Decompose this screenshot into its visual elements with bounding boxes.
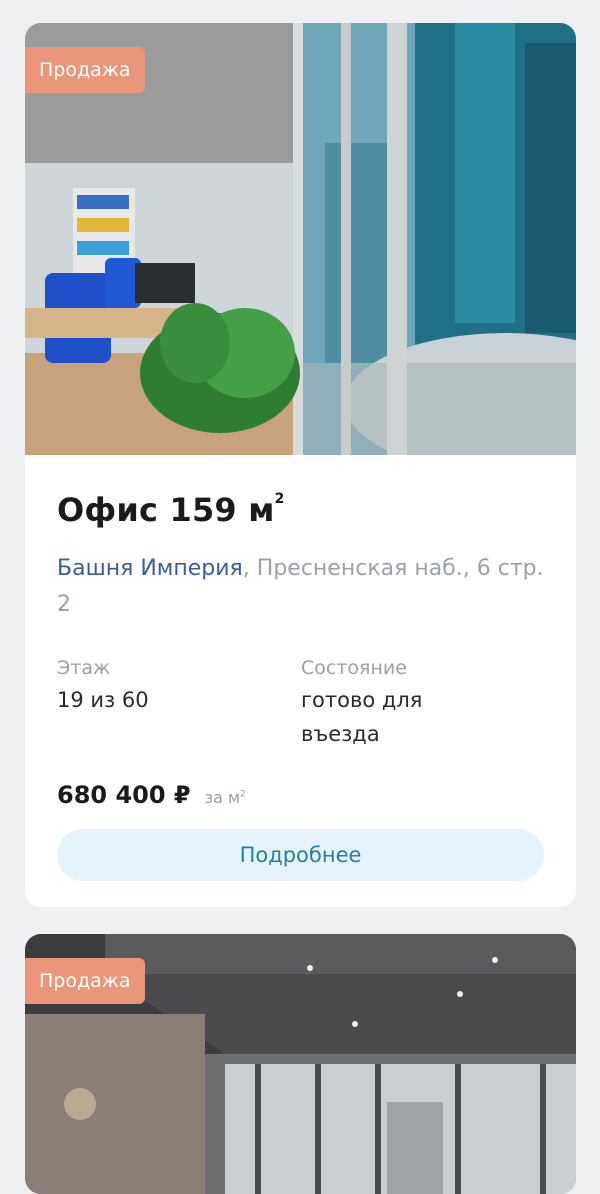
listing-photo[interactable]: Продажа bbox=[25, 23, 576, 455]
listing-card[interactable]: Продажа bbox=[25, 934, 576, 1194]
listing-address: Башня Империя, Пресненская наб., 6 стр. … bbox=[57, 551, 544, 623]
listing-title-text: Офис 159 м bbox=[57, 491, 275, 529]
per-unit-sup: 2 bbox=[240, 789, 246, 800]
per-unit-text: за м bbox=[204, 788, 241, 807]
sale-badge: Продажа bbox=[25, 958, 145, 1004]
floor-label: Этаж bbox=[57, 657, 111, 679]
floor-property: Этаж 19 из 60 bbox=[57, 653, 301, 751]
listing-title[interactable]: Офис 159 м2 bbox=[57, 491, 544, 529]
listing-photo[interactable]: Продажа bbox=[25, 934, 576, 1194]
floor-value: 19 из 60 bbox=[57, 688, 149, 712]
price-per-unit: за м2 bbox=[205, 788, 246, 807]
listing-body: Офис 159 м2 Башня Империя, Пресненская н… bbox=[25, 455, 576, 881]
listing-card[interactable]: Продажа Офис 159 м2 Башня Империя, Пресн… bbox=[25, 23, 576, 907]
details-button[interactable]: Подробнее bbox=[57, 829, 544, 881]
state-value: готово для въезда bbox=[301, 688, 423, 746]
state-label: Состояние bbox=[301, 657, 407, 679]
listing-title-unit-sup: 2 bbox=[274, 491, 285, 507]
state-property: Состояние готово для въезда bbox=[301, 653, 501, 751]
price-row: 680 400 ₽ за м2 bbox=[57, 781, 544, 809]
price-value: 680 400 ₽ bbox=[57, 781, 191, 809]
sale-badge: Продажа bbox=[25, 47, 145, 93]
listing-properties: Этаж 19 из 60 Состояние готово для въезд… bbox=[57, 653, 544, 751]
tower-link[interactable]: Башня Империя bbox=[57, 556, 243, 581]
